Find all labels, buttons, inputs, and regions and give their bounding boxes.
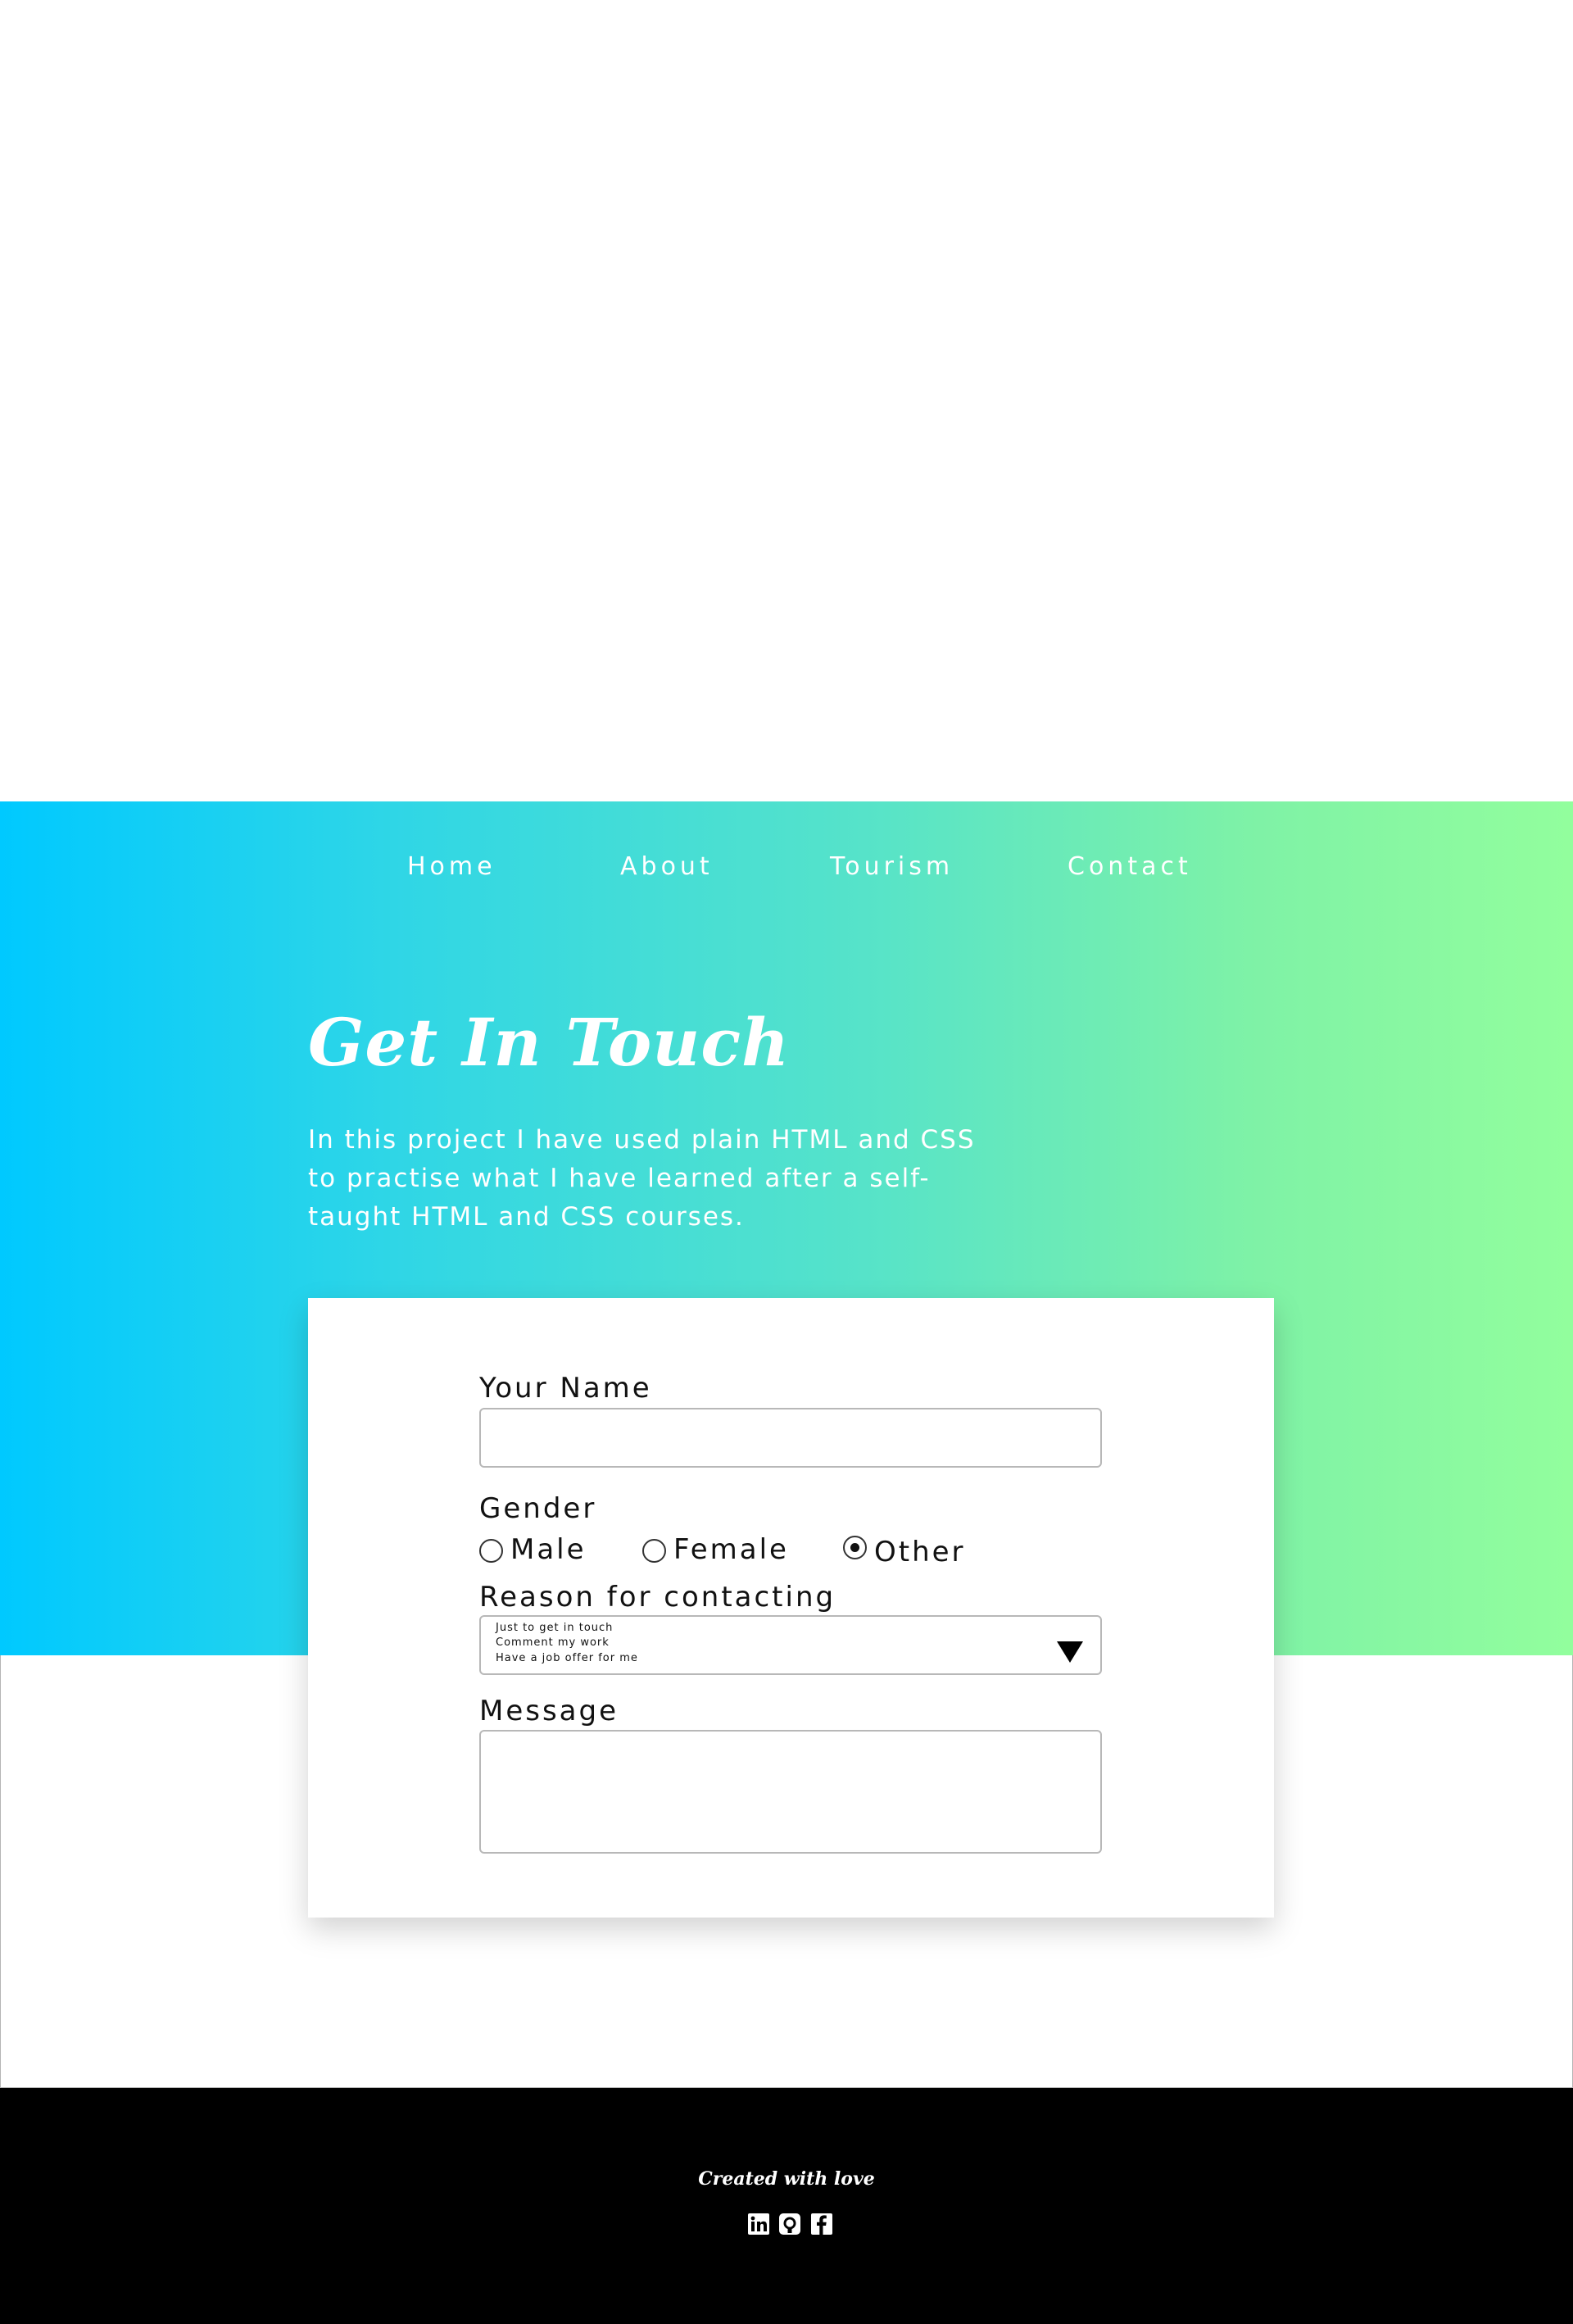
nav-item-about[interactable]: About [620, 852, 714, 881]
nav-item-home[interactable]: Home [407, 852, 496, 881]
radio-label-female: Female [673, 1533, 789, 1566]
reason-option[interactable]: Have a job offer for me [496, 1652, 638, 1664]
message-textarea[interactable] [479, 1730, 1102, 1854]
message-label: Message [479, 1695, 619, 1727]
hero-description: In this project I have used plain HTML a… [308, 1125, 976, 1232]
name-label: Your Name [479, 1372, 652, 1405]
footer: Created with love [0, 2088, 1573, 2324]
reason-label: Reason for contacting [479, 1581, 836, 1614]
gender-radio-male[interactable]: Male [479, 1533, 610, 1566]
top-blank-area [0, 0, 1573, 801]
gender-radio-female[interactable]: Female [642, 1533, 806, 1566]
nav-item-tourism[interactable]: Tourism [830, 852, 954, 881]
reason-option[interactable]: Just to get in touch [496, 1622, 613, 1634]
page-title: Get In Touch [308, 1004, 791, 1081]
main-nav: Home About Tourism Contact [0, 852, 1573, 888]
name-input[interactable] [479, 1408, 1102, 1468]
radio-label-other: Other [874, 1536, 966, 1568]
radio-dot-icon [850, 1543, 859, 1552]
github-icon[interactable] [778, 2213, 801, 2235]
radio-unchecked-icon[interactable] [642, 1539, 666, 1563]
nav-item-contact[interactable]: Contact [1068, 852, 1192, 881]
gender-label: Gender [479, 1492, 597, 1525]
dropdown-arrow-icon[interactable] [1057, 1641, 1083, 1663]
radio-label-male: Male [510, 1533, 587, 1566]
radio-checked-icon[interactable] [843, 1536, 867, 1559]
reason-select[interactable]: Just to get in touch Comment my work Hav… [479, 1615, 1102, 1675]
reason-option[interactable]: Comment my work [496, 1636, 610, 1649]
radio-unchecked-icon[interactable] [479, 1539, 503, 1563]
linkedin-icon[interactable] [747, 2213, 770, 2235]
footer-credit: Created with love [698, 2168, 875, 2190]
gender-radio-other[interactable]: Other [843, 1533, 1007, 1568]
contact-form-card: Your Name Gender Male Female Other Reaso… [308, 1298, 1274, 1918]
facebook-icon[interactable] [810, 2213, 833, 2235]
